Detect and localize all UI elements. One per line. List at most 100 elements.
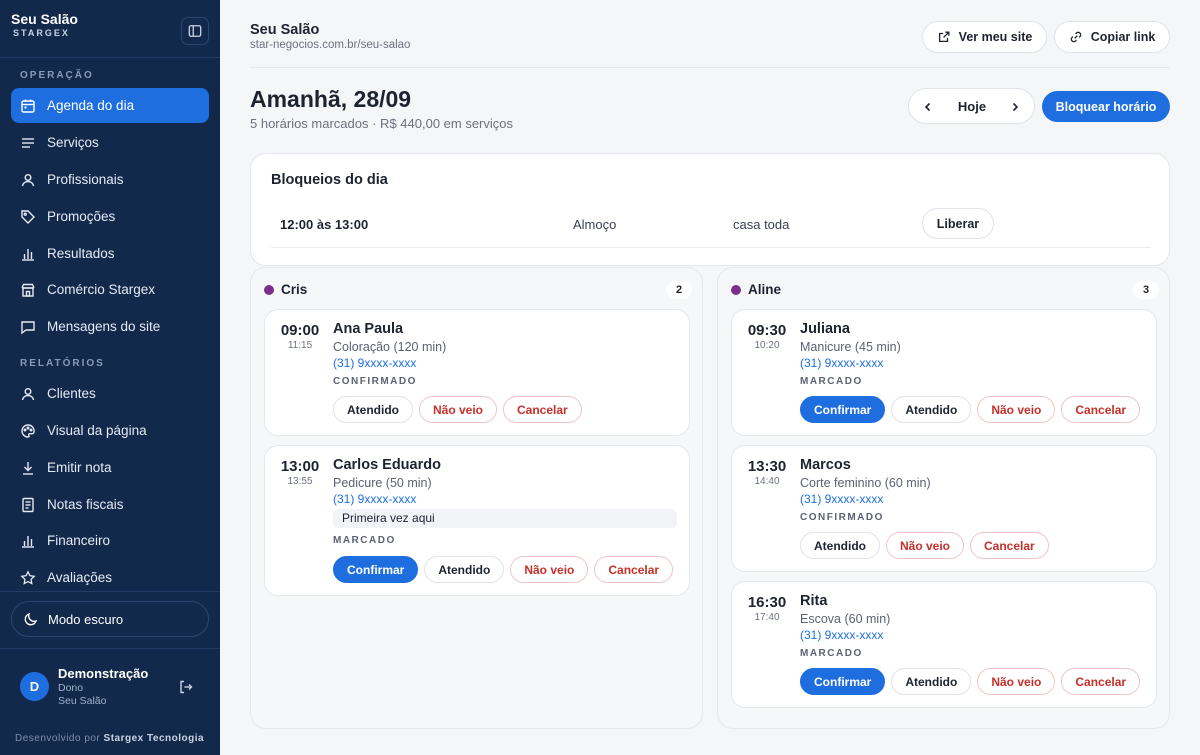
status-badge: CONFIRMADO (333, 376, 417, 387)
view-site-label: Ver meu site (958, 30, 1033, 44)
status-badge: MARCADO (800, 376, 863, 387)
header-divider (250, 67, 1170, 68)
service-name: Coloração (120 min) (333, 340, 447, 354)
sidebar-item-clientes[interactable]: Clientes (11, 376, 209, 411)
professional-column-cris: Cris 2 09:00 11:15 Ana Paula Coloração (… (250, 267, 703, 729)
attended-button[interactable]: Atendido (424, 556, 505, 583)
no-show-button[interactable]: Não veio (510, 556, 589, 583)
user-icon (20, 172, 36, 188)
client-name: Marcos (800, 457, 851, 473)
sidebar-item-financeiro[interactable]: Financeiro (11, 523, 209, 558)
release-button[interactable]: Liberar (922, 208, 994, 239)
download-icon (20, 460, 36, 476)
appointment-count-badge: 3 (1133, 281, 1159, 299)
calendar-icon (20, 98, 36, 114)
sidebar-item-label: Visual da página (47, 423, 147, 438)
message-icon (20, 319, 36, 335)
footer-company: Stargex Tecnologia (103, 733, 205, 744)
sidebar-item-mensagens[interactable]: Mensagens do site (11, 309, 209, 344)
sidebar-item-label: Agenda do dia (47, 98, 135, 113)
star-icon (20, 569, 36, 586)
attended-button[interactable]: Atendido (800, 532, 880, 559)
chevron-left-icon[interactable] (919, 98, 937, 116)
no-show-button[interactable]: Não veio (419, 396, 498, 423)
copy-link-button[interactable]: Copiar link (1054, 21, 1170, 53)
today-button[interactable]: Hoje (945, 99, 999, 114)
confirm-button[interactable]: Confirmar (333, 556, 419, 583)
business-url: star-negocios.com.br/seu-salao (250, 39, 411, 51)
sidebar-item-label: Clientes (47, 386, 96, 401)
appointment-actions: Confirmar Atendido Não veio Cancelar (800, 396, 1141, 423)
sidebar-item-label: Emitir nota (47, 460, 112, 475)
client-phone[interactable]: (31) 9xxxx-xxxx (800, 356, 883, 370)
logout-icon[interactable] (178, 679, 194, 695)
block-reason: Almoço (573, 217, 617, 232)
page-title: Amanhã, 28/09 (250, 86, 412, 112)
professional-name: Cris (281, 282, 308, 297)
appointment-card: 09:00 11:15 Ana Paula Coloração (120 min… (264, 309, 690, 436)
brand-name: Seu Salão (11, 11, 78, 27)
day-summary: 5 horários marcados · R$ 440,00 em servi… (250, 116, 514, 131)
service-name: Corte feminino (60 min) (800, 476, 931, 490)
appointment-actions: Confirmar Atendido Não veio Cancelar (800, 668, 1141, 695)
client-name: Carlos Eduardo (333, 457, 441, 473)
sidebar-item-emitir-nota[interactable]: Emitir nota (11, 450, 209, 485)
cancel-button[interactable]: Cancelar (1061, 396, 1141, 423)
cancel-button[interactable]: Cancelar (594, 556, 674, 583)
business-title: Seu Salão (250, 22, 320, 38)
client-phone[interactable]: (31) 9xxxx-xxxx (800, 628, 883, 642)
sidebar-item-comercio[interactable]: Comércio Stargex (11, 272, 209, 307)
sidebar-item-agenda[interactable]: Agenda do dia (11, 88, 209, 123)
view-site-button[interactable]: Ver meu site (922, 21, 1047, 53)
sidebar-item-promocoes[interactable]: Promoções (11, 199, 209, 234)
sidebar-item-resultados[interactable]: Resultados (11, 236, 209, 271)
appointment-start: 13:00 (280, 458, 320, 475)
confirm-button[interactable]: Confirmar (800, 396, 886, 423)
brand: Seu Salão STARGEX (11, 11, 78, 38)
client-phone[interactable]: (31) 9xxxx-xxxx (333, 492, 416, 506)
appointment-card: 09:30 10:20 Juliana Manicure (45 min) (3… (731, 309, 1157, 436)
appointment-count-badge: 2 (666, 281, 692, 299)
cancel-button[interactable]: Cancelar (1061, 668, 1141, 695)
professional-color-dot (731, 285, 741, 295)
chevron-right-icon[interactable] (1006, 98, 1024, 116)
sidebar-item-label: Profissionais (47, 172, 124, 187)
status-badge: MARCADO (333, 535, 396, 546)
sidebar-item-visual[interactable]: Visual da página (11, 413, 209, 448)
no-show-button[interactable]: Não veio (977, 396, 1056, 423)
attended-button[interactable]: Atendido (891, 668, 972, 695)
collapse-sidebar-button[interactable] (181, 17, 209, 45)
list-icon (20, 135, 36, 151)
no-show-button[interactable]: Não veio (977, 668, 1056, 695)
user-org: Seu Salão (58, 695, 107, 707)
user-name: Demonstração (58, 666, 149, 681)
professional-color-dot (264, 285, 274, 295)
sidebar-item-notas-fiscais[interactable]: Notas fiscais (11, 487, 209, 522)
cancel-button[interactable]: Cancelar (503, 396, 582, 423)
dark-mode-toggle[interactable]: Modo escuro (11, 601, 209, 637)
attended-button[interactable]: Atendido (333, 396, 413, 423)
confirm-button[interactable]: Confirmar (800, 668, 886, 695)
appointment-start: 09:30 (747, 322, 787, 339)
attended-button[interactable]: Atendido (891, 396, 972, 423)
bar-chart-icon (20, 246, 36, 262)
professional-column-aline: Aline 3 09:30 10:20 Juliana Manicure (45… (717, 267, 1170, 729)
service-name: Escova (60 min) (800, 612, 891, 626)
appointment-card: 13:00 13:55 Carlos Eduardo Pedicure (50 … (264, 445, 690, 596)
footer-prefix: Desenvolvido por (15, 733, 101, 744)
appointment-start: 13:30 (747, 458, 787, 475)
client-phone[interactable]: (31) 9xxxx-xxxx (333, 356, 416, 370)
no-show-button[interactable]: Não veio (886, 532, 965, 559)
appointment-actions: Atendido Não veio Cancelar (333, 396, 582, 423)
cancel-button[interactable]: Cancelar (970, 532, 1049, 559)
block-time: 12:00 às 13:00 (280, 217, 369, 232)
status-badge: CONFIRMADO (800, 512, 884, 523)
appointment-end: 11:15 (287, 340, 313, 351)
sidebar-item-profissionais[interactable]: Profissionais (11, 162, 209, 197)
client-phone[interactable]: (31) 9xxxx-xxxx (800, 492, 883, 506)
block-time-button[interactable]: Bloquear horário (1042, 91, 1170, 122)
sidebar-item-servicos[interactable]: Serviços (11, 125, 209, 160)
user-role: Dono (58, 682, 84, 694)
appointment-actions: Confirmar Atendido Não veio Cancelar (333, 556, 674, 583)
sidebar-item-avaliacoes[interactable]: Avaliações (11, 560, 209, 595)
